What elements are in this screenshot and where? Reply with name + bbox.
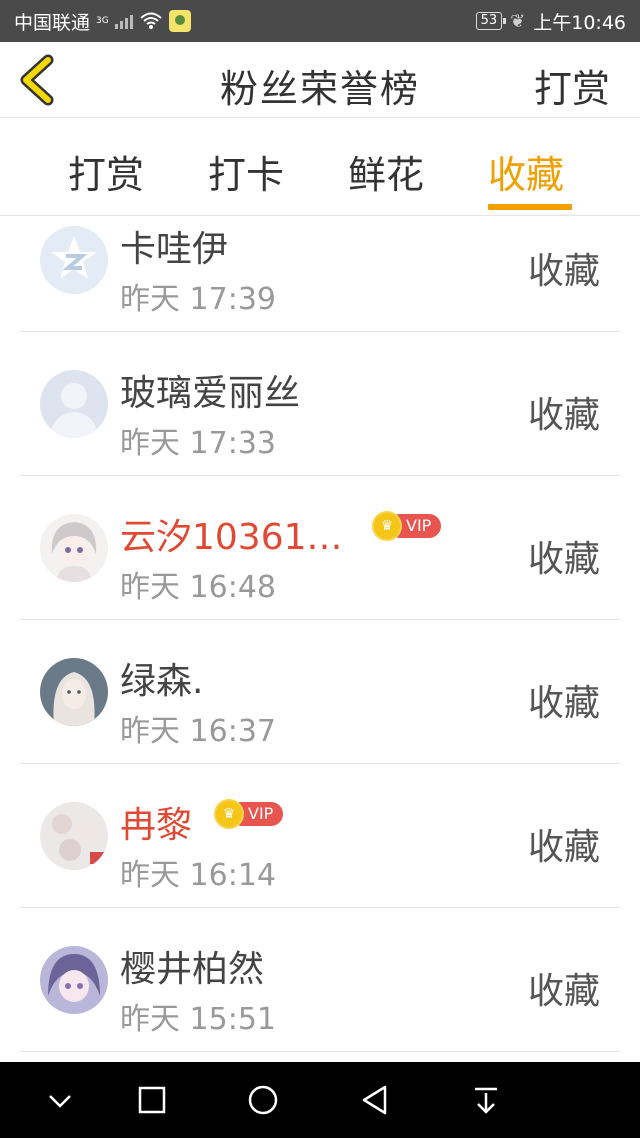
avatar [40, 514, 108, 582]
fan-action: 收藏 [527, 395, 600, 436]
avatar [40, 226, 108, 294]
signal-icon [114, 13, 133, 29]
fan-time: 昨天 17:39 [120, 282, 276, 317]
fan-name: 云汐10361… [120, 517, 343, 558]
system-nav-bar [0, 1062, 640, 1138]
vip-badge: ♛ VIP [372, 511, 442, 541]
clock: 上午10:46 [533, 11, 626, 34]
wifi-icon [140, 12, 162, 29]
fan-time: 昨天 16:14 [120, 858, 276, 893]
power-saving-leaf-icon: ❦ [510, 10, 526, 32]
tab-favorites[interactable]: 收藏 [488, 144, 564, 199]
fan-list: 卡哇伊 昨天 17:39 收藏 玻璃爱丽丝 昨天 17:33 收藏 云汐1036… [20, 216, 620, 1052]
avatar [40, 946, 108, 1014]
home-button[interactable] [243, 1080, 283, 1120]
recent-apps-button[interactable] [132, 1080, 172, 1120]
fan-action: 收藏 [527, 971, 600, 1012]
default-person-avatar [40, 370, 108, 438]
fan-action: 收藏 [527, 827, 600, 868]
avatar [40, 370, 108, 438]
fan-action: 收藏 [527, 539, 600, 580]
avatar [40, 658, 108, 726]
fan-time: 昨天 16:48 [120, 570, 276, 605]
notification-pulldown-button[interactable] [466, 1080, 506, 1120]
fan-action: 收藏 [527, 683, 600, 724]
list-item[interactable]: 云汐10361… ♛ VIP 昨天 16:48 收藏 [20, 476, 620, 620]
network-type-label: 3G [96, 16, 109, 26]
list-item[interactable]: 绿森. 昨天 16:37 收藏 [20, 620, 620, 764]
anime-girl-avatar [40, 514, 108, 582]
triangle-back-icon [362, 1085, 387, 1115]
photo-avatar [40, 802, 108, 870]
active-tab-indicator [488, 204, 572, 210]
anime-girl-avatar [40, 946, 108, 1014]
fan-name: 玻璃爱丽丝 [120, 373, 301, 414]
qq-logo-avatar [40, 226, 108, 294]
vip-badge: ♛ VIP [214, 799, 284, 829]
fan-name: 卡哇伊 [120, 229, 229, 270]
square-icon [138, 1086, 166, 1114]
hide-nav-button[interactable] [40, 1080, 80, 1120]
avatar [40, 802, 108, 870]
fan-time: 昨天 15:51 [120, 1002, 276, 1037]
fan-action: 收藏 [527, 251, 600, 292]
fan-name: 绿森. [120, 661, 204, 702]
status-bar: 中国联通 3G 53 ❦ 上午10:46 [0, 0, 640, 42]
list-item[interactable]: 玻璃爱丽丝 昨天 17:33 收藏 [20, 332, 620, 476]
crown-icon: ♛ [372, 511, 402, 541]
fan-time: 昨天 17:33 [120, 426, 276, 461]
list-item[interactable]: 樱井柏然 昨天 15:51 收藏 [20, 908, 620, 1052]
carrier-label: 中国联通 [14, 11, 91, 34]
tab-checkin[interactable]: 打卡 [208, 144, 284, 199]
fan-time: 昨天 16:37 [120, 714, 276, 749]
tip-button[interactable]: 打赏 [534, 58, 610, 113]
list-item[interactable]: 卡哇伊 昨天 17:39 收藏 [20, 216, 620, 332]
tab-flowers[interactable]: 鲜花 [348, 144, 424, 199]
header-bar: 粉丝荣誉榜 打赏 [0, 42, 640, 118]
crown-icon: ♛ [214, 799, 244, 829]
tab-tip[interactable]: 打赏 [68, 144, 144, 199]
photo-avatar [40, 658, 108, 726]
back-nav-button[interactable] [355, 1080, 395, 1120]
tab-bar: 打赏 打卡 鲜花 收藏 [0, 118, 640, 216]
fan-name: 樱井柏然 [120, 949, 265, 990]
pull-down-icon [475, 1087, 497, 1114]
app-notification-icon [168, 10, 191, 32]
fan-name: 冉黎 [120, 805, 193, 846]
list-item[interactable]: 冉黎 ♛ VIP 昨天 16:14 收藏 [20, 764, 620, 908]
circle-icon [248, 1085, 278, 1115]
chevron-down-icon [49, 1095, 71, 1108]
battery-icon: 53 [475, 12, 506, 30]
